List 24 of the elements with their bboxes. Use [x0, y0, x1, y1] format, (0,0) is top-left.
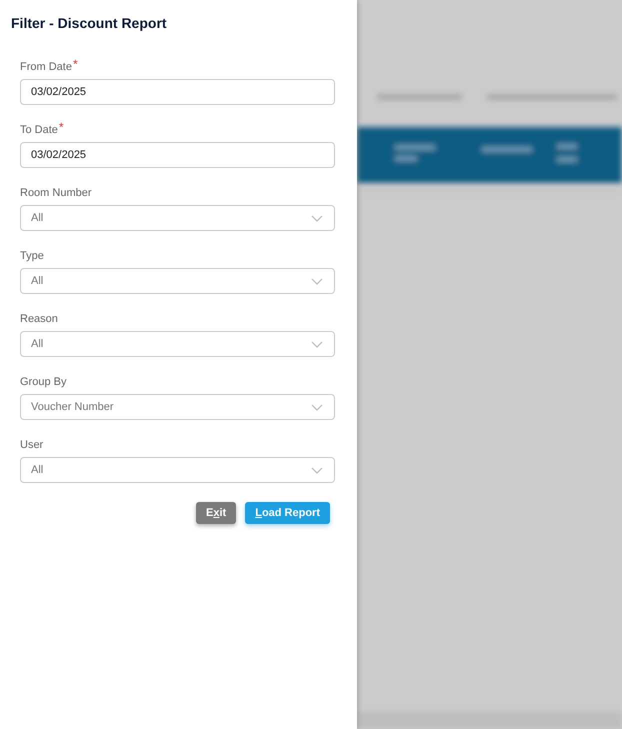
field-label: User — [20, 438, 44, 453]
required-mark: * — [58, 121, 64, 133]
dropdown-field[interactable]: All — [20, 268, 335, 294]
panel-title: Filter - Discount Report — [11, 14, 168, 32]
field-label: Room Number — [20, 186, 92, 201]
date-field[interactable]: 03/02/2025 — [20, 142, 335, 168]
dropdown-field[interactable]: All — [20, 331, 335, 357]
chevron-down-icon — [311, 278, 323, 284]
field-label: Reason — [20, 312, 58, 327]
field-label: Type — [20, 249, 44, 264]
dropdown-field[interactable]: Voucher Number — [20, 394, 335, 420]
dropdown-field[interactable]: All — [20, 457, 335, 483]
field-label: Group By — [20, 375, 66, 390]
load-report-button[interactable]: Load Report — [245, 502, 330, 524]
required-mark: * — [72, 58, 78, 70]
dropdown-field[interactable]: All — [20, 205, 335, 231]
chevron-down-icon — [311, 466, 323, 474]
field-label: To Date — [20, 123, 58, 138]
date-field[interactable]: 03/02/2025 — [20, 79, 335, 105]
chevron-down-icon — [311, 404, 323, 410]
field-label: From Date — [20, 60, 72, 75]
exit-button[interactable]: Exit — [196, 502, 236, 524]
chevron-down-icon — [311, 214, 323, 222]
chevron-down-icon — [311, 340, 323, 348]
